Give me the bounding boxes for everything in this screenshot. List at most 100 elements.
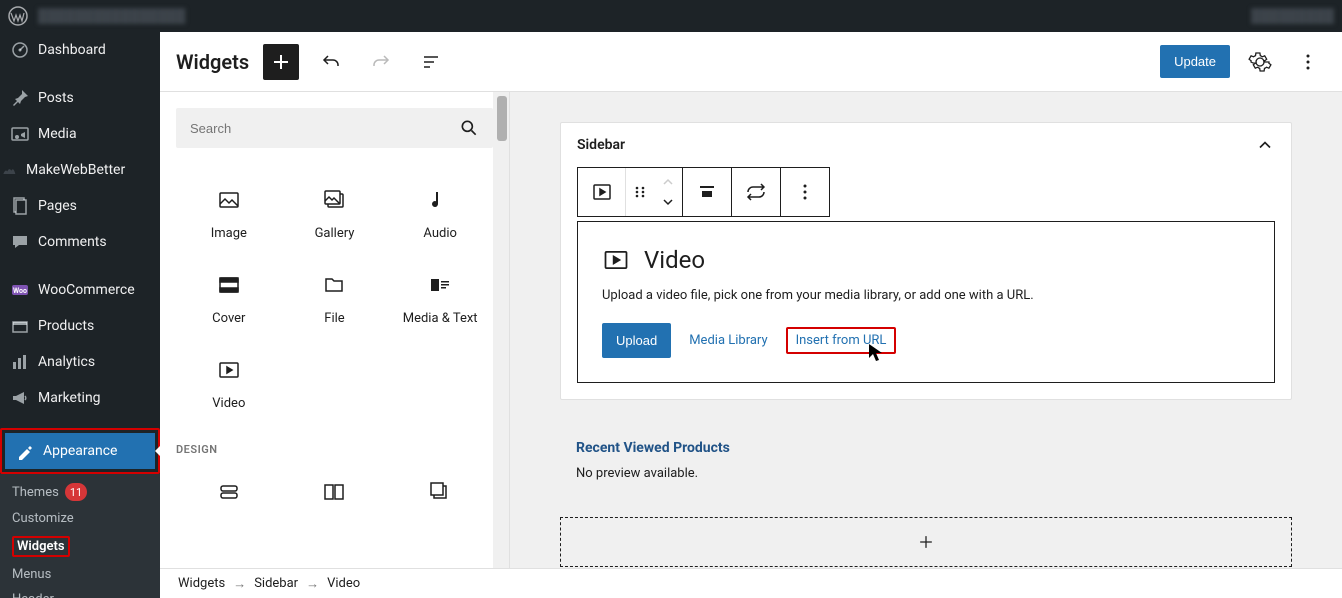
woocommerce-icon: Woo — [10, 280, 30, 300]
video-block-placeholder: Video Upload a video file, pick one from… — [577, 221, 1275, 383]
svg-text:Woo: Woo — [13, 287, 27, 295]
search-box[interactable] — [176, 108, 493, 148]
toolbar-replace[interactable] — [732, 168, 780, 216]
design-section-label: DESIGN — [176, 443, 493, 456]
submenu-customize[interactable]: Customize — [0, 506, 160, 531]
admin-bar-right-blurred: █████████ — [1251, 8, 1334, 24]
toolbar-block-type[interactable] — [578, 168, 626, 216]
sidebar-item-woocommerce[interactable]: Woo WooCommerce — [0, 272, 160, 308]
video-block-actions: Upload Media Library Insert from URL — [602, 323, 1250, 358]
sidebar-item-posts[interactable]: Posts — [0, 80, 160, 116]
products-icon — [10, 316, 30, 336]
toolbar-movers[interactable] — [654, 168, 682, 216]
file-icon — [322, 273, 346, 297]
recent-viewed-products-block: Recent Viewed Products No preview availa… — [560, 424, 1292, 497]
sidebar-item-analytics[interactable]: Analytics — [0, 344, 160, 380]
sidebar-item-makewebbetter[interactable]: MakeWebBetter — [0, 152, 160, 188]
add-block-appender[interactable] — [560, 517, 1292, 567]
sidebar-item-marketing[interactable]: Marketing — [0, 380, 160, 416]
breadcrumb-block[interactable]: Video — [327, 576, 360, 591]
widget-area-sidebar: Sidebar — [560, 122, 1292, 400]
editor-body: Image Gallery Audio Cover File — [160, 92, 1342, 568]
page-title: Widgets — [176, 50, 249, 74]
block-image[interactable]: Image — [176, 172, 282, 257]
move-down-icon[interactable] — [661, 192, 675, 212]
sidebar-item-label: Pages — [38, 198, 77, 214]
submenu-label: Menus — [12, 567, 51, 582]
group-icon — [428, 480, 452, 504]
video-icon — [217, 358, 241, 382]
block-audio[interactable]: Audio — [387, 172, 493, 257]
upload-button[interactable]: Upload — [602, 323, 671, 358]
block-label: Media & Text — [403, 311, 478, 326]
sidebar-item-comments[interactable]: Comments — [0, 224, 160, 260]
add-block-button[interactable] — [263, 44, 299, 80]
admin-sidebar: Dashboard Posts Media MakeWebBetter Page… — [0, 32, 160, 598]
gallery-icon — [322, 188, 346, 212]
block-gallery[interactable]: Gallery — [282, 172, 388, 257]
toolbar-drag-handle[interactable] — [626, 168, 654, 216]
sidebar-item-label: MakeWebBetter — [26, 162, 125, 178]
admin-bar: ████████████████ █████████ — [0, 0, 1342, 32]
block-file[interactable]: File — [282, 257, 388, 342]
inserter-scrollbar[interactable] — [493, 92, 509, 568]
toolbar-align[interactable] — [683, 168, 731, 216]
wordpress-logo-icon[interactable] — [8, 6, 28, 26]
plus-icon — [916, 532, 936, 552]
breadcrumb-area[interactable]: Sidebar — [254, 576, 298, 591]
pages-icon — [10, 196, 30, 216]
sidebar-item-products[interactable]: Products — [0, 308, 160, 344]
more-options-button[interactable] — [1290, 44, 1326, 80]
sidebar-item-label: Media — [38, 126, 77, 142]
toolbar-more[interactable] — [781, 168, 829, 216]
list-view-button[interactable] — [413, 44, 449, 80]
cursor-icon — [868, 343, 884, 363]
submenu-label: Themes — [12, 485, 59, 500]
chevron-up-icon — [1255, 135, 1275, 155]
comments-icon — [10, 232, 30, 252]
video-block-title: Video — [644, 246, 705, 274]
submenu-menus[interactable]: Menus — [0, 562, 160, 587]
block-design-1[interactable] — [176, 464, 282, 534]
block-design-2[interactable] — [282, 464, 388, 534]
update-button[interactable]: Update — [1160, 45, 1230, 78]
sidebar-item-pages[interactable]: Pages — [0, 188, 160, 224]
sidebar-item-label: WooCommerce — [38, 282, 135, 298]
sidebar-item-label: Appearance — [43, 443, 117, 459]
block-cover[interactable]: Cover — [176, 257, 282, 342]
block-video[interactable]: Video — [176, 342, 282, 427]
block-design-3[interactable] — [387, 464, 493, 534]
submenu-themes[interactable]: Themes 11 — [0, 478, 160, 506]
block-label: Audio — [423, 226, 456, 241]
recent-block-title: Recent Viewed Products — [576, 440, 1276, 456]
sidebar-item-dashboard[interactable]: Dashboard — [0, 32, 160, 68]
block-toolbar — [577, 167, 830, 217]
media-library-button[interactable]: Media Library — [689, 333, 767, 348]
recent-block-text: No preview available. — [576, 466, 1276, 481]
submenu-label: Widgets — [12, 536, 70, 557]
search-input[interactable] — [190, 121, 459, 136]
editor-topbar: Widgets Update — [160, 32, 1342, 92]
block-label: Video — [212, 396, 245, 411]
design-blocks-grid — [176, 464, 493, 534]
site-name-blurred: ████████████████ — [38, 8, 185, 24]
undo-button[interactable] — [313, 44, 349, 80]
pin-icon — [10, 88, 30, 108]
video-block-title-row: Video — [602, 246, 1250, 274]
breadcrumb-root[interactable]: Widgets — [178, 576, 225, 591]
redo-button[interactable] — [363, 44, 399, 80]
editor-canvas: Sidebar — [510, 92, 1342, 568]
insert-from-url-highlight: Insert from URL — [786, 327, 897, 354]
sidebar-item-appearance[interactable]: Appearance — [5, 433, 155, 469]
submenu-widgets[interactable]: Widgets — [0, 531, 160, 562]
scrollbar-thumb[interactable] — [497, 96, 507, 141]
widget-area-header[interactable]: Sidebar — [561, 123, 1291, 167]
marketing-icon — [10, 388, 30, 408]
breadcrumb-separator: → — [306, 576, 319, 592]
sidebar-item-media[interactable]: Media — [0, 116, 160, 152]
move-up-icon[interactable] — [661, 172, 675, 192]
submenu-header[interactable]: Header — [0, 587, 160, 598]
settings-button[interactable] — [1242, 44, 1278, 80]
block-media-text[interactable]: Media & Text — [387, 257, 493, 342]
sidebar-item-label: Marketing — [38, 390, 101, 406]
